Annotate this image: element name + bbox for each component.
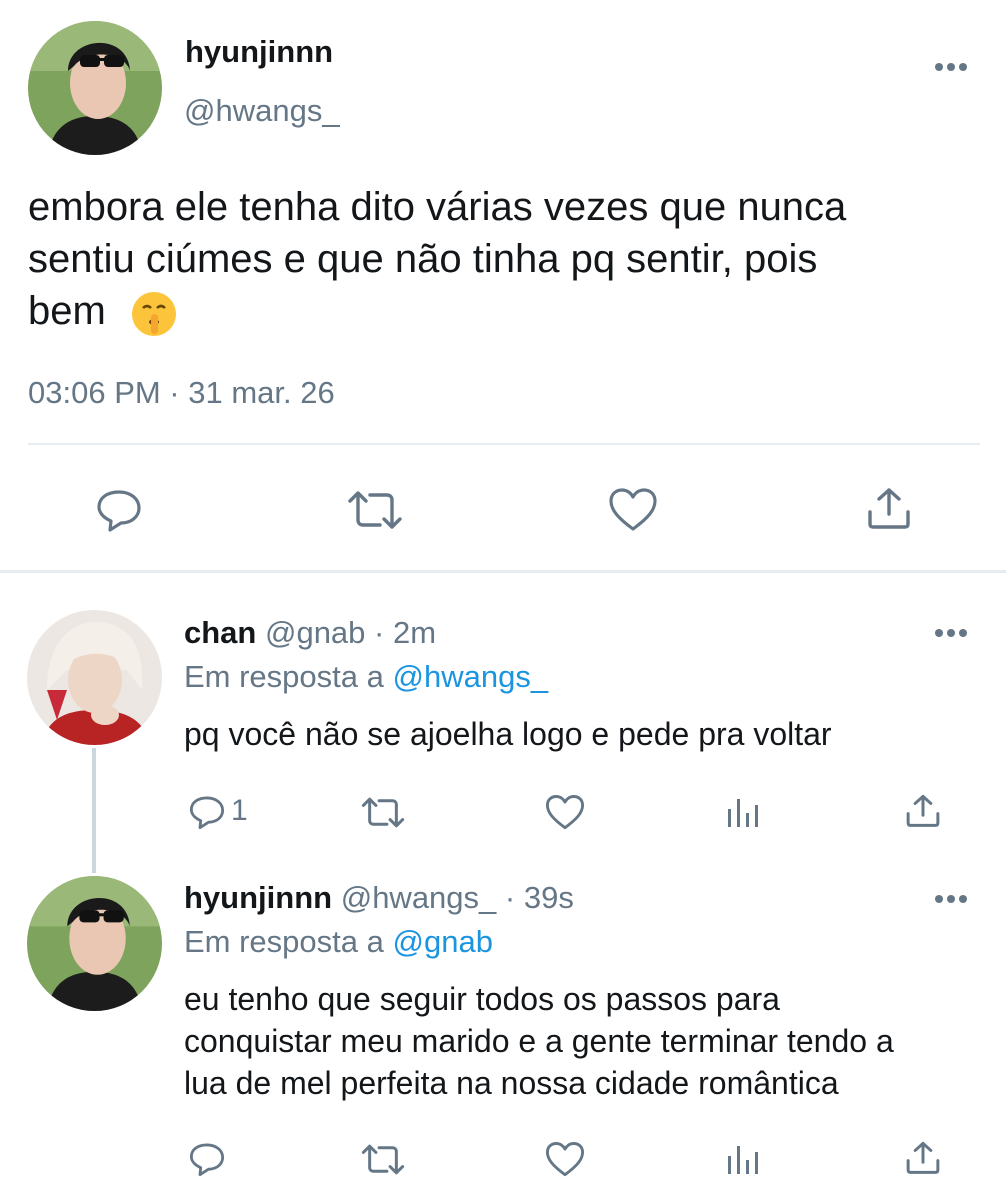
retweet-icon[interactable] <box>346 489 404 531</box>
reply-context: Em resposta a @gnab <box>184 924 493 960</box>
reply-icon[interactable] <box>96 487 142 533</box>
avatar[interactable] <box>27 876 162 1011</box>
more-options-icon[interactable] <box>934 892 968 906</box>
tweet-text-line: bem <box>28 289 106 333</box>
shushing-face-icon <box>130 290 178 343</box>
mention-link[interactable]: @gnab <box>393 924 493 959</box>
like-icon[interactable] <box>545 794 585 831</box>
like-icon[interactable] <box>608 487 658 533</box>
display-name[interactable]: hyunjinnn <box>184 880 332 915</box>
retweet-icon[interactable] <box>360 796 406 829</box>
mention-link[interactable]: @hwangs_ <box>393 659 549 694</box>
display-name[interactable]: chan <box>184 615 256 650</box>
avatar[interactable] <box>27 610 162 745</box>
reply-time[interactable]: · 2m <box>374 615 436 650</box>
user-handle[interactable]: @gnab <box>265 615 365 650</box>
display-name[interactable]: hyunjinnn <box>185 34 333 70</box>
section-separator <box>0 570 1006 573</box>
reply-icon[interactable] <box>189 794 225 830</box>
reply-time[interactable]: · 39s <box>505 880 574 915</box>
reply-header: chan @gnab · 2m <box>184 615 436 651</box>
reply-prefix: Em resposta a <box>184 924 384 959</box>
analytics-icon[interactable] <box>726 797 760 829</box>
reply-prefix: Em resposta a <box>184 659 384 694</box>
share-icon[interactable] <box>905 793 941 828</box>
reply-text: pq você não se ajoelha logo e pede pra v… <box>184 716 832 752</box>
reply-icon[interactable] <box>189 1141 225 1177</box>
tweet-text-line: sentiu ciúmes e que não tinha pq sentir,… <box>28 237 818 281</box>
share-icon[interactable] <box>866 486 912 530</box>
reply-context: Em resposta a @hwangs_ <box>184 659 548 695</box>
reply-header: hyunjinnn @hwangs_ · 39s <box>184 880 574 916</box>
more-options-icon[interactable] <box>934 60 968 74</box>
like-icon[interactable] <box>545 1141 585 1178</box>
thread-line <box>92 748 96 873</box>
reply-text: conquistar meu marido e a gente terminar… <box>184 1023 894 1059</box>
tweet-timestamp[interactable]: 03:06 PM · 31 mar. 26 <box>28 375 335 411</box>
retweet-icon[interactable] <box>360 1143 406 1176</box>
user-handle[interactable]: @hwangs_ <box>184 93 340 129</box>
reply-text: lua de mel perfeita na nossa cidade româ… <box>184 1065 839 1101</box>
user-handle[interactable]: @hwangs_ <box>341 880 497 915</box>
tweet-text-line: embora ele tenha dito várias vezes que n… <box>28 185 847 229</box>
divider <box>28 443 980 445</box>
analytics-icon[interactable] <box>726 1144 760 1176</box>
reply-count: 1 <box>231 794 248 827</box>
reply-text: eu tenho que seguir todos os passos para <box>184 981 780 1017</box>
avatar[interactable] <box>28 21 162 155</box>
share-icon[interactable] <box>905 1140 941 1175</box>
more-options-icon[interactable] <box>934 626 968 640</box>
